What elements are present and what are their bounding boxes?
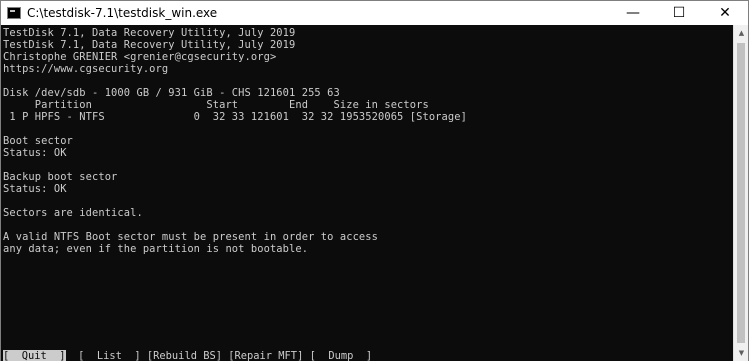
list-menu-item[interactable]: [ List ] xyxy=(78,350,141,361)
title-bar[interactable]: C:\testdisk-7.1\testdisk_win.exe — ☐ ✕ xyxy=(1,1,748,25)
console-window: C:\testdisk-7.1\testdisk_win.exe — ☐ ✕ T… xyxy=(0,0,749,361)
console-line: Boot sector xyxy=(3,135,73,147)
console-line: TestDisk 7.1, Data Recovery Utility, Jul… xyxy=(3,27,296,39)
console-line: Status: OK xyxy=(3,183,67,195)
vertical-scrollbar[interactable]: ▲ ▼ xyxy=(733,25,748,361)
dump-menu-item[interactable]: [ Dump ] xyxy=(310,350,373,361)
console-line: A valid NTFS Boot sector must be present… xyxy=(3,231,378,243)
scroll-thumb[interactable] xyxy=(737,43,745,343)
window-controls: — ☐ ✕ xyxy=(610,1,748,25)
minimize-button[interactable]: — xyxy=(610,1,656,25)
menu-gap xyxy=(66,350,79,361)
action-menu: [ Quit ] [ List ] [Rebuild BS] [Repair M… xyxy=(3,350,372,361)
scroll-up-arrow-icon[interactable]: ▲ xyxy=(734,25,749,41)
rebuild-bs-menu-item[interactable]: [Rebuild BS] xyxy=(147,350,222,361)
console-line: 1 P HPFS - NTFS 0 32 33 121601 32 32 195… xyxy=(3,111,467,123)
quit-menu-item[interactable]: [ Quit ] xyxy=(3,350,66,361)
console-line: Partition Start End Size in sectors xyxy=(3,99,429,111)
console-line: Christophe GRENIER <grenier@cgsecurity.o… xyxy=(3,51,277,63)
console-line: Backup boot sector xyxy=(3,171,118,183)
console-line: Sectors are identical. xyxy=(3,207,143,219)
console-line: Status: OK xyxy=(3,147,67,159)
console-line: TestDisk 7.1, Data Recovery Utility, Jul… xyxy=(3,39,296,51)
window-title: C:\testdisk-7.1\testdisk_win.exe xyxy=(27,6,218,20)
repair-mft-menu-item[interactable]: [Repair MFT] xyxy=(228,350,303,361)
scroll-down-arrow-icon[interactable]: ▼ xyxy=(734,345,749,361)
console-app-icon xyxy=(7,7,21,19)
console-line: any data; even if the partition is not b… xyxy=(3,243,309,255)
maximize-button[interactable]: ☐ xyxy=(656,1,702,25)
close-button[interactable]: ✕ xyxy=(702,1,748,25)
console-line: https://www.cgsecurity.org xyxy=(3,63,169,75)
console-area[interactable]: TestDisk 7.1, Data Recovery Utility, Jul… xyxy=(1,25,734,361)
console-line: Disk /dev/sdb - 1000 GB / 931 GiB - CHS … xyxy=(3,87,340,99)
